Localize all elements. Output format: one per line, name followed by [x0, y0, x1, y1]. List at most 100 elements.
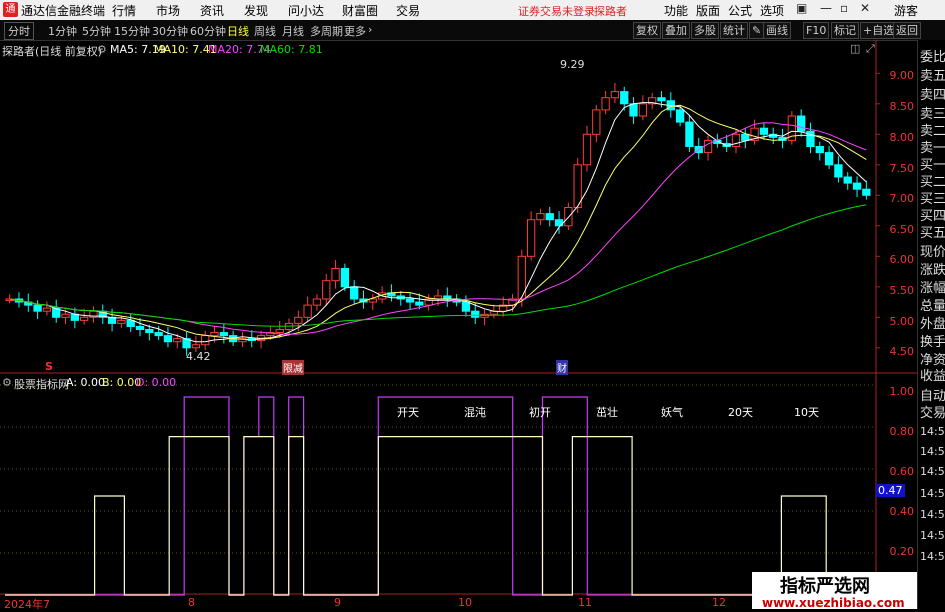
candle-body — [675, 109, 685, 123]
side-item[interactable]: 买五 — [920, 222, 945, 241]
tab-daily[interactable]: 日线 — [227, 23, 249, 39]
btn-draw-line[interactable]: 画线 — [763, 22, 791, 39]
tab-30min[interactable]: 30分钟 — [152, 23, 188, 39]
login-notice[interactable]: 证券交易未登录 — [518, 3, 595, 19]
menu-market[interactable]: 市场 — [156, 2, 180, 19]
side-item[interactable]: 总量 — [920, 295, 945, 314]
candle-body — [322, 280, 331, 300]
event-marker-s[interactable]: S — [45, 360, 53, 373]
period-toolbar: 分时 1分钟 5分钟 15分钟 30分钟 60分钟 日线 周线 月线 多周期 更… — [0, 20, 945, 41]
event-marker-restrict[interactable]: 限减 — [282, 360, 304, 375]
candle-body — [70, 313, 79, 321]
indicator-a: A: 0.00 — [66, 376, 106, 389]
y-tick: 5.50 — [889, 284, 915, 297]
skin-icon[interactable]: ▣ — [796, 1, 807, 15]
chart-grid — [0, 40, 917, 609]
candle-body — [629, 103, 638, 117]
btn-back[interactable]: 返回 — [893, 22, 921, 39]
indicator-a-line — [5, 436, 871, 596]
candle-body — [862, 188, 871, 196]
indicator-b-line — [5, 396, 871, 596]
candle-body — [275, 329, 284, 334]
explore-link[interactable]: 探路者 — [594, 3, 627, 19]
menu-ask[interactable]: 问小达 — [288, 2, 324, 19]
menu-layout[interactable]: 版面 — [696, 2, 720, 19]
time-entry: 14:56 — [920, 487, 945, 500]
candle-body — [797, 115, 806, 132]
tab-1min[interactable]: 1分钟 — [48, 23, 77, 39]
signal-label: 妖气 — [661, 406, 683, 419]
menu-trade[interactable]: 交易 — [396, 2, 420, 19]
indicator-settings-icon[interactable]: ⚙ — [2, 376, 12, 389]
chevron-right-icon[interactable]: › — [368, 23, 372, 36]
side-item[interactable]: 卖五 — [920, 65, 945, 84]
btn-overlay[interactable]: 叠加 — [662, 22, 690, 39]
candle-body — [852, 182, 862, 190]
time-entry: 14:56 — [920, 508, 945, 521]
sub-y-tick: 0.80 — [889, 425, 915, 438]
btn-add-favorite[interactable]: +自选 — [860, 22, 898, 39]
tab-60min[interactable]: 60分钟 — [190, 23, 226, 39]
side-item[interactable]: 涨幅 — [920, 277, 945, 296]
menu-news[interactable]: 资讯 — [200, 2, 224, 19]
candle-body — [117, 319, 126, 324]
current-value-tag: 0.47 — [876, 484, 905, 497]
draw-line-icon[interactable]: ✎ — [749, 22, 765, 39]
guest-label[interactable]: 游客 — [894, 2, 918, 19]
candle-body — [61, 313, 70, 318]
tab-5min[interactable]: 5分钟 — [82, 23, 111, 39]
kline-chart[interactable] — [0, 40, 917, 609]
candle-body — [741, 133, 750, 141]
candle-body — [461, 301, 471, 312]
tab-more[interactable]: 更多 — [344, 23, 366, 39]
side-item[interactable]: 卖四 — [920, 84, 945, 103]
candle-body — [545, 213, 554, 221]
tab-15min[interactable]: 15分钟 — [114, 23, 150, 39]
menu-formula[interactable]: 公式 — [728, 2, 752, 19]
btn-f10[interactable]: F10 — [803, 22, 830, 39]
sub-y-tick: 0.40 — [889, 505, 915, 518]
menu-bar: 通 通达信金融终端 行情 市场 资讯 发现 问小达 财富圈 交易 证券交易未登录… — [0, 0, 945, 20]
candle-body — [350, 286, 359, 300]
candle-body — [340, 268, 350, 288]
side-item[interactable]: 外盘 — [920, 313, 945, 332]
btn-stats[interactable]: 统计 — [720, 22, 748, 39]
tab-multi[interactable]: 多周期 — [310, 23, 343, 39]
maximize-icon[interactable]: ▫ — [840, 1, 848, 15]
time-entry: 14:56 — [920, 550, 945, 563]
side-item[interactable]: 现价 — [920, 241, 945, 260]
tab-monthly[interactable]: 月线 — [282, 23, 304, 39]
candle-body — [824, 152, 834, 166]
minimize-icon[interactable]: — — [820, 1, 832, 15]
indicator-name: 股票指标网 — [14, 378, 69, 391]
candle-body — [620, 91, 629, 105]
y-tick: 8.00 — [889, 131, 915, 144]
candle-body — [405, 298, 415, 303]
y-tick: 4.50 — [889, 345, 915, 358]
menu-quotes[interactable]: 行情 — [112, 2, 136, 19]
watermark-url: www.xuezhibiao.com — [762, 596, 905, 610]
y-tick: 8.50 — [889, 100, 915, 113]
candle-body — [834, 164, 843, 178]
candle-body — [368, 298, 377, 303]
candle-body — [219, 332, 228, 337]
event-marker-finance[interactable]: 财 — [556, 360, 568, 375]
close-icon[interactable]: ✕ — [860, 1, 870, 15]
x-tick: 12 — [712, 596, 726, 609]
signal-label: 混沌 — [464, 406, 486, 419]
tab-weekly[interactable]: 周线 — [254, 23, 276, 39]
trade-label[interactable]: 交易 — [920, 402, 945, 421]
menu-wealth[interactable]: 财富圈 — [342, 2, 378, 19]
btn-multi-stock[interactable]: 多股 — [691, 22, 719, 39]
tab-intraday[interactable]: 分时 — [4, 22, 34, 40]
side-item[interactable]: 委比 — [920, 46, 945, 65]
side-item[interactable]: 换手 — [920, 331, 945, 350]
menu-discover[interactable]: 发现 — [244, 2, 268, 19]
y-tick: 5.00 — [889, 315, 915, 328]
side-item[interactable]: 涨跌 — [920, 259, 945, 278]
btn-adjust[interactable]: 复权 — [633, 22, 661, 39]
menu-options[interactable]: 选项 — [760, 2, 784, 19]
side-item[interactable]: 收益 — [920, 365, 945, 384]
menu-function[interactable]: 功能 — [664, 2, 688, 19]
btn-mark[interactable]: 标记 — [831, 22, 859, 39]
